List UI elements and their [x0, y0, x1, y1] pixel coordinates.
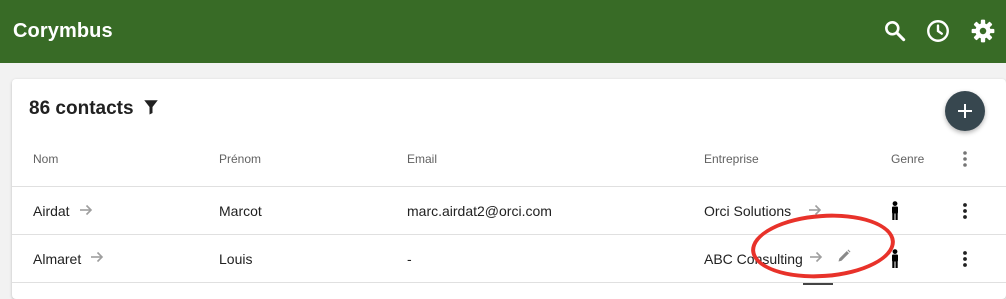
columns-menu-icon[interactable]	[955, 149, 975, 169]
cell-email: -	[407, 251, 412, 267]
contacts-count-title: 86 contacts	[29, 98, 134, 119]
column-header-nom[interactable]: Nom	[33, 152, 58, 166]
row-divider	[12, 234, 1006, 235]
cell-prenom: Louis	[219, 251, 253, 267]
cell-nom: Almaret	[33, 251, 82, 267]
cell-email: marc.airdat2@orci.com	[407, 203, 552, 219]
arrow-right-icon[interactable]	[89, 249, 105, 265]
filter-icon[interactable]	[142, 98, 160, 116]
app-title: Corymbus	[13, 20, 113, 42]
arrow-right-icon[interactable]	[808, 249, 824, 265]
arrow-right-icon[interactable]	[78, 202, 94, 218]
male-icon	[890, 249, 900, 268]
arrow-right-icon[interactable]	[807, 202, 823, 218]
row-divider	[12, 282, 1006, 283]
row-menu-icon[interactable]	[955, 249, 975, 269]
row-menu-icon[interactable]	[955, 201, 975, 221]
plus-icon	[958, 104, 972, 118]
add-contact-button[interactable]	[945, 91, 985, 131]
contacts-card: 86 contacts Nom Prénom Email Entreprise …	[12, 79, 1006, 299]
cell-entreprise: ABC Consulting	[704, 251, 803, 267]
cell-prenom: Marcot	[219, 203, 262, 219]
cell-entreprise: Orci Solutions	[704, 203, 792, 219]
column-header-genre[interactable]: Genre	[891, 152, 924, 166]
header-divider	[12, 186, 1006, 187]
column-header-email[interactable]: Email	[407, 152, 437, 166]
pencil-icon[interactable]	[836, 248, 852, 264]
column-header-entreprise[interactable]: Entreprise	[704, 152, 759, 166]
settings-icon[interactable]	[970, 18, 996, 44]
history-icon[interactable]	[925, 18, 951, 44]
search-icon[interactable]	[882, 18, 908, 44]
cell-nom: Airdat	[33, 203, 70, 219]
column-header-prenom[interactable]: Prénom	[219, 152, 261, 166]
male-icon	[890, 201, 900, 220]
app-bar: Corymbus	[0, 0, 1006, 63]
